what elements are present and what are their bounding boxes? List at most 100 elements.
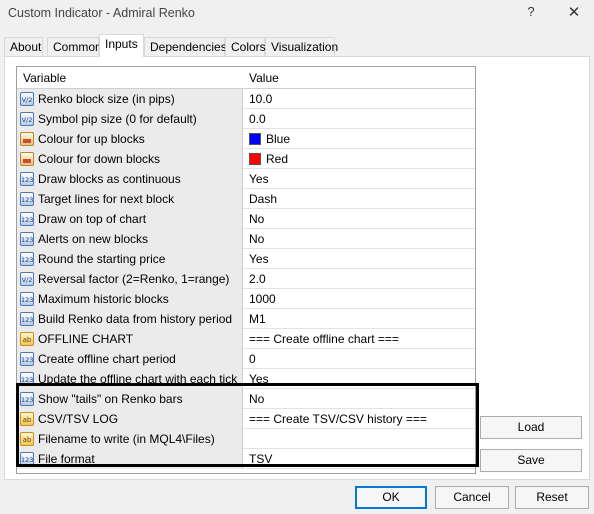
save-button[interactable]: Save: [480, 449, 582, 472]
grid-row[interactable]: 123 Round the starting price Yes: [17, 249, 475, 269]
inputs-panel: Variable Value V/2 Renko block size (in p…: [4, 56, 590, 480]
variable-cell[interactable]: 123 Target lines for next block: [17, 189, 243, 209]
variable-cell[interactable]: 123 Alerts on new blocks: [17, 229, 243, 249]
variable-cell[interactable]: Colour for down blocks: [17, 149, 243, 169]
variable-name: Draw blocks as continuous: [38, 172, 181, 186]
number-type-icon: 123: [20, 392, 34, 406]
variable-cell[interactable]: 123 Draw blocks as continuous: [17, 169, 243, 189]
variable-cell[interactable]: ab Filename to write (in MQL4\Files): [17, 429, 243, 449]
grid-row[interactable]: 123 Draw blocks as continuous Yes: [17, 169, 475, 189]
grid-row[interactable]: 123 Show "tails" on Renko bars No: [17, 389, 475, 409]
value-cell[interactable]: 1000: [244, 289, 475, 309]
value-text: No: [249, 212, 265, 226]
variable-name: Round the starting price: [38, 252, 166, 266]
variable-name: Renko block size (in pips): [38, 92, 175, 106]
variable-cell[interactable]: ab OFFLINE CHART: [17, 329, 243, 349]
grid-rows: V/2 Renko block size (in pips) 10.0 V/2 Symb…: [17, 89, 475, 469]
value-cell[interactable]: [244, 429, 475, 449]
value-text: Yes: [249, 372, 269, 386]
tab-inputs[interactable]: Inputs: [99, 34, 144, 57]
variable-cell[interactable]: 123 File format: [17, 449, 243, 469]
grid-row[interactable]: Colour for down blocks Red: [17, 149, 475, 169]
reset-button[interactable]: Reset: [515, 486, 589, 509]
grid-row[interactable]: Colour for up blocks Blue: [17, 129, 475, 149]
value-cell[interactable]: 2.0: [244, 269, 475, 289]
grid-row[interactable]: V/2 Symbol pip size (0 for default) 0.0: [17, 109, 475, 129]
number-type-icon: 123: [20, 372, 34, 386]
value-cell[interactable]: Dash: [244, 189, 475, 209]
grid-row[interactable]: V/2 Reversal factor (2=Renko, 1=range) 2.0: [17, 269, 475, 289]
value-cell[interactable]: No: [244, 209, 475, 229]
variable-cell[interactable]: V/2 Reversal factor (2=Renko, 1=range): [17, 269, 243, 289]
tab-common[interactable]: Common: [47, 37, 102, 56]
number-type-icon: 123: [20, 352, 34, 366]
help-button[interactable]: ?: [520, 4, 542, 24]
variable-name: Filename to write (in MQL4\Files): [38, 432, 215, 446]
close-button[interactable]: ✕: [563, 3, 585, 23]
load-button[interactable]: Load: [480, 416, 582, 439]
window-title: Custom Indicator - Admiral Renko: [8, 6, 195, 20]
grid-row[interactable]: ab Filename to write (in MQL4\Files): [17, 429, 475, 449]
variable-name: Alerts on new blocks: [38, 232, 149, 246]
value-cell[interactable]: Yes: [244, 169, 475, 189]
grid-row[interactable]: 123 Create offline chart period 0: [17, 349, 475, 369]
grid-row[interactable]: ab OFFLINE CHART === Create offline chart …: [17, 329, 475, 349]
tab-dependencies[interactable]: Dependencies: [144, 37, 227, 56]
value-cell[interactable]: Yes: [244, 369, 475, 389]
value-cell[interactable]: Yes: [244, 249, 475, 269]
grid-row[interactable]: ab CSV/TSV LOG === Create TSV/CSV history …: [17, 409, 475, 429]
value-cell[interactable]: 10.0: [244, 89, 475, 109]
value-cell[interactable]: === Create offline chart ===: [244, 329, 475, 349]
cancel-button[interactable]: Cancel: [435, 486, 509, 509]
grid-row[interactable]: 123 Maximum historic blocks 1000: [17, 289, 475, 309]
color-swatch: [249, 153, 261, 165]
value-text: No: [249, 392, 265, 406]
string-type-icon: ab: [20, 332, 34, 346]
value-cell[interactable]: 0.0: [244, 109, 475, 129]
title-bar: Custom Indicator - Admiral Renko ? ✕: [0, 0, 594, 30]
variable-name: Maximum historic blocks: [38, 292, 169, 306]
variable-name: File format: [38, 452, 95, 466]
variable-cell[interactable]: 123 Draw on top of chart: [17, 209, 243, 229]
variable-cell[interactable]: ab CSV/TSV LOG: [17, 409, 243, 429]
grid-row[interactable]: 123 Alerts on new blocks No: [17, 229, 475, 249]
value-text: Red: [266, 152, 289, 166]
variable-cell[interactable]: 123 Show "tails" on Renko bars: [17, 389, 243, 409]
variable-cell[interactable]: 123 Maximum historic blocks: [17, 289, 243, 309]
grid-row[interactable]: V/2 Renko block size (in pips) 10.0: [17, 89, 475, 109]
number-type-icon: 123: [20, 212, 34, 226]
tab-visualization[interactable]: Visualization: [265, 37, 338, 56]
variable-name: Show "tails" on Renko bars: [38, 392, 183, 406]
column-header-variable[interactable]: Variable: [23, 71, 66, 85]
tab-colors[interactable]: Colors: [225, 37, 266, 56]
value-cell[interactable]: === Create TSV/CSV history ===: [244, 409, 475, 429]
tab-about[interactable]: About: [4, 37, 43, 56]
column-header-value[interactable]: Value: [249, 71, 279, 85]
variable-cell[interactable]: V/2 Symbol pip size (0 for default): [17, 109, 243, 129]
color-swatch: [249, 133, 261, 145]
double-type-icon: V/2: [20, 92, 34, 106]
value-cell[interactable]: No: [244, 389, 475, 409]
grid-row[interactable]: 123 Target lines for next block Dash: [17, 189, 475, 209]
value-text: === Create offline chart ===: [249, 332, 399, 346]
ok-button[interactable]: OK: [355, 486, 427, 509]
variable-cell[interactable]: Colour for up blocks: [17, 129, 243, 149]
value-cell[interactable]: 0: [244, 349, 475, 369]
value-cell[interactable]: Red: [244, 149, 475, 169]
grid-row[interactable]: 123 File format TSV: [17, 449, 475, 469]
variable-cell[interactable]: 123 Create offline chart period: [17, 349, 243, 369]
value-cell[interactable]: Blue: [244, 129, 475, 149]
variable-name: CSV/TSV LOG: [38, 412, 119, 426]
variable-cell[interactable]: 123 Update the offline chart with each ti…: [17, 369, 243, 389]
variable-cell[interactable]: 123 Build Renko data from history period: [17, 309, 243, 329]
value-cell[interactable]: TSV: [244, 449, 475, 469]
value-cell[interactable]: No: [244, 229, 475, 249]
variable-cell[interactable]: V/2 Renko block size (in pips): [17, 89, 243, 109]
grid-row[interactable]: 123 Draw on top of chart No: [17, 209, 475, 229]
grid-row[interactable]: 123 Build Renko data from history period M…: [17, 309, 475, 329]
variable-cell[interactable]: 123 Round the starting price: [17, 249, 243, 269]
variable-name: Symbol pip size (0 for default): [38, 112, 197, 126]
value-cell[interactable]: M1: [244, 309, 475, 329]
double-type-icon: V/2: [20, 112, 34, 126]
grid-row[interactable]: 123 Update the offline chart with each ti…: [17, 369, 475, 389]
